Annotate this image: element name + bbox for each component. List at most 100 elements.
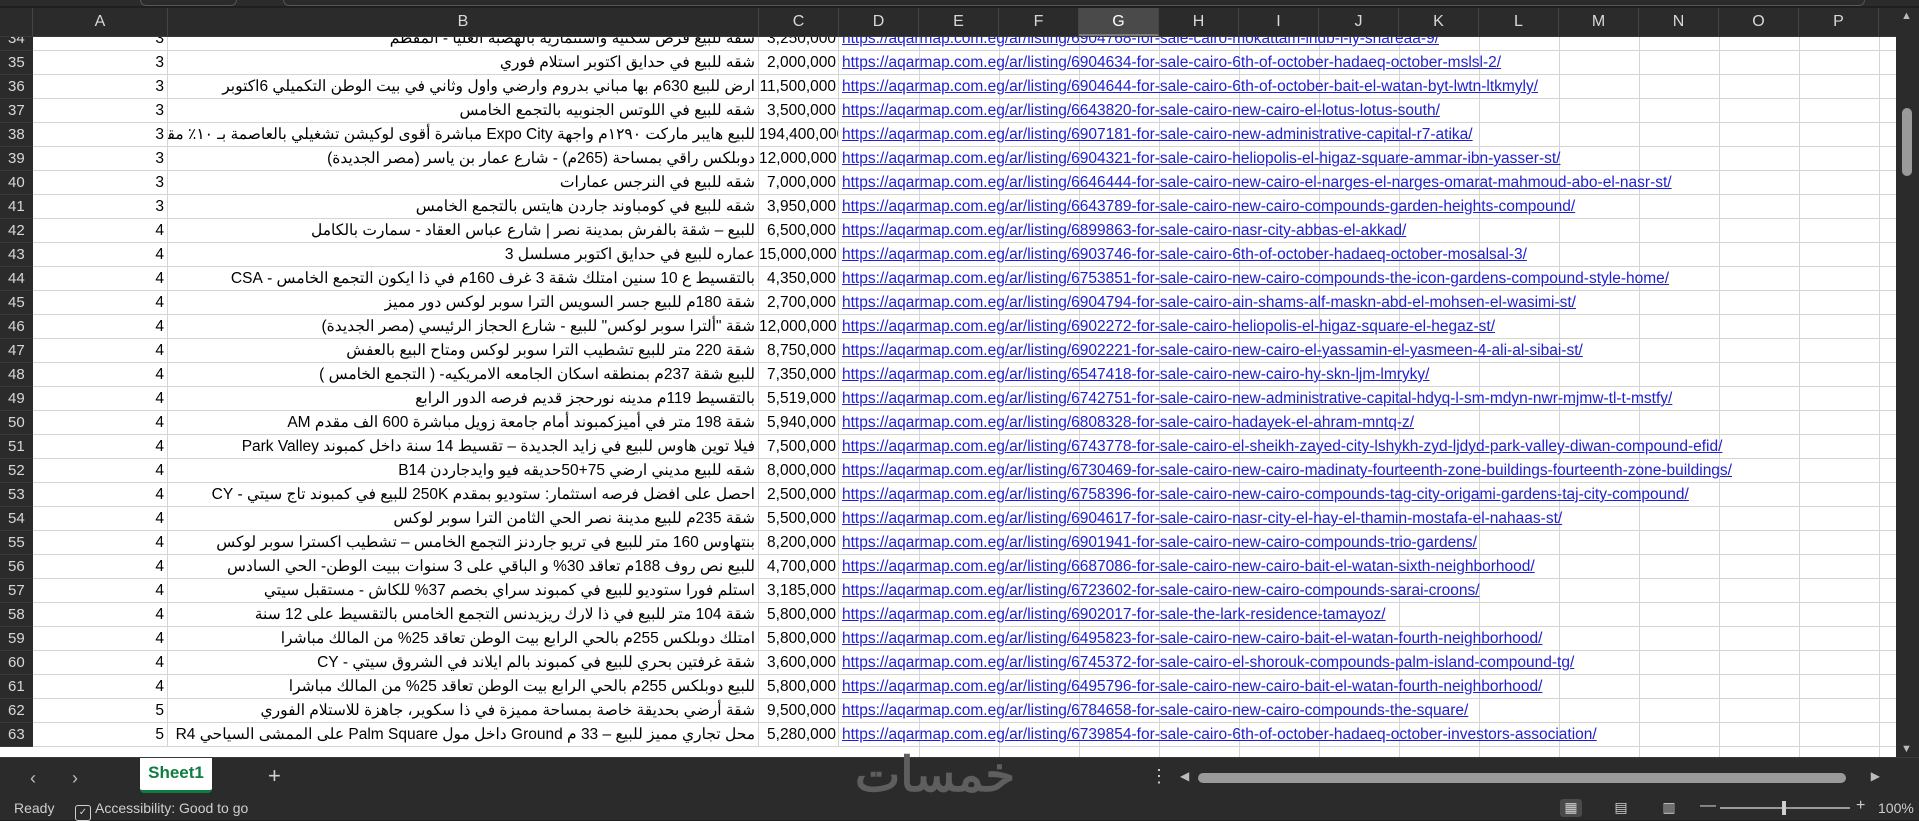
cell-a[interactable]: 4 <box>33 579 168 602</box>
cell-b-title[interactable]: شقة 104 متر للبيع في ذا لارك ريزيدنس الت… <box>168 603 759 626</box>
column-header-h[interactable]: H <box>1159 8 1239 36</box>
cell-b-title[interactable]: للبيع نص روف 188م تعاقد 30% و الباقي على… <box>168 555 759 578</box>
scroll-right-icon[interactable]: ▶ <box>1871 769 1880 783</box>
row-header[interactable]: 44 <box>0 267 33 291</box>
row-header[interactable]: 53 <box>0 483 33 507</box>
row-header[interactable]: 62 <box>0 699 33 723</box>
column-header-c[interactable]: C <box>759 8 839 36</box>
cell-b-title[interactable]: محل تجاري مميز للبيع – 33 م Ground داخل … <box>168 723 759 746</box>
cell-d-link[interactable]: https://aqarmap.com.eg/ar/listing/664644… <box>839 171 1896 194</box>
row-header[interactable]: 57 <box>0 579 33 603</box>
cell-c-price[interactable]: 7,500,000 <box>759 435 839 458</box>
cell-c-price[interactable]: 9,500,000 <box>759 699 839 722</box>
row-header[interactable]: 55 <box>0 531 33 555</box>
column-header-i[interactable]: I <box>1239 8 1319 36</box>
row-header[interactable]: 35 <box>0 51 33 75</box>
cell-c-price[interactable]: 5,280,000 <box>759 723 839 746</box>
scroll-left-icon[interactable]: ◀ <box>1180 769 1189 783</box>
cell-c-price[interactable]: 5,500,000 <box>759 507 839 530</box>
cell-b-title[interactable]: فيلا توين هاوس للبيع في زايد الجديدة – ت… <box>168 435 759 458</box>
row-header[interactable]: 46 <box>0 315 33 339</box>
cell-d-link[interactable]: https://aqarmap.com.eg/ar/listing/690464… <box>839 75 1896 98</box>
row-header[interactable]: 59 <box>0 627 33 651</box>
cell-a[interactable]: 3 <box>33 171 168 194</box>
row-header[interactable]: 56 <box>0 555 33 579</box>
cell-a[interactable]: 4 <box>33 531 168 554</box>
select-all-corner[interactable] <box>0 8 33 36</box>
listing-link[interactable]: https://aqarmap.com.eg/ar/listing/673046… <box>842 462 1732 479</box>
listing-link[interactable]: https://aqarmap.com.eg/ar/listing/673985… <box>842 726 1597 743</box>
column-header-d[interactable]: D <box>839 8 919 36</box>
cell-c-price[interactable]: 6,500,000 <box>759 219 839 242</box>
column-header-g[interactable]: G <box>1079 8 1159 36</box>
cell-b-title[interactable]: للبيع – شقة بالفرش بمدينة نصر | شارع عبا… <box>168 219 759 242</box>
horizontal-scroll-thumb[interactable] <box>1198 773 1846 783</box>
listing-link[interactable]: https://aqarmap.com.eg/ar/listing/674537… <box>842 654 1574 671</box>
cell-b-title[interactable]: شقة 198 متر في أميزكمبوند أمام جامعة زوي… <box>168 411 759 434</box>
cell-c-price[interactable]: 5,800,000 <box>759 675 839 698</box>
cell-a[interactable]: 4 <box>33 339 168 362</box>
more-options-icon[interactable]: ⋮ <box>1150 766 1168 787</box>
cell-b-title[interactable]: شقة 180م للبيع جسر السويس الترا سوبر لوك… <box>168 291 759 314</box>
cell-a[interactable]: 4 <box>33 435 168 458</box>
cell-a[interactable]: 4 <box>33 411 168 434</box>
cell-c-price[interactable]: 2,700,000 <box>759 291 839 314</box>
cell-d-link[interactable]: https://aqarmap.com.eg/ar/listing/674377… <box>839 435 1896 458</box>
cell-b-title[interactable]: دوبلكس راقي بمساحة (265م) - شارع عمار بن… <box>168 147 759 170</box>
column-header-b[interactable]: B <box>168 8 759 36</box>
column-header-a[interactable]: A <box>33 8 168 36</box>
vertical-scrollbar[interactable]: ▲ ▼ <box>1896 8 1919 757</box>
cell-a[interactable]: 4 <box>33 315 168 338</box>
cell-b-title[interactable]: للبيع شقة 237م بمنطقه اسكان الجامعه الام… <box>168 363 759 386</box>
page-break-view-icon[interactable]: ▥ <box>1658 799 1680 817</box>
cell-d-link[interactable]: https://aqarmap.com.eg/ar/listing/690222… <box>839 339 1896 362</box>
cell-a[interactable]: 3 <box>33 147 168 170</box>
cell-d-link[interactable]: https://aqarmap.com.eg/ar/listing/690432… <box>839 147 1896 170</box>
listing-link[interactable]: https://aqarmap.com.eg/ar/listing/675839… <box>842 486 1689 503</box>
listing-link[interactable]: https://aqarmap.com.eg/ar/listing/690479… <box>842 294 1576 311</box>
cell-a[interactable]: 4 <box>33 243 168 266</box>
cell-a[interactable]: 4 <box>33 555 168 578</box>
cell-a[interactable]: 4 <box>33 651 168 674</box>
cell-d-link[interactable]: https://aqarmap.com.eg/ar/listing/664382… <box>839 99 1896 122</box>
cell-b-title[interactable]: شقة أرضي بحديقة خاصة بمساحة مميزة في ذا … <box>168 699 759 722</box>
column-header-k[interactable]: K <box>1399 8 1479 36</box>
listing-link[interactable]: https://aqarmap.com.eg/ar/listing/674377… <box>842 438 1722 455</box>
cell-b-title[interactable]: امتلك دوبلكس 255م بالحي الرابع بيت الوطن… <box>168 627 759 650</box>
cell-b-title[interactable]: للبيع دوبلكس 255م بالحي الرابع بيت الوطن… <box>168 675 759 698</box>
cell-d-link[interactable]: https://aqarmap.com.eg/ar/listing/690194… <box>839 531 1896 554</box>
cell-c-price[interactable]: 4,350,000 <box>759 267 839 290</box>
cell-a[interactable]: 5 <box>33 699 168 722</box>
row-header[interactable]: 61 <box>0 675 33 699</box>
cell-a[interactable]: 3 <box>33 195 168 218</box>
listing-link[interactable]: https://aqarmap.com.eg/ar/listing/675385… <box>842 270 1669 287</box>
listing-link[interactable]: https://aqarmap.com.eg/ar/listing/690464… <box>842 78 1538 95</box>
row-header[interactable]: 34 <box>0 37 33 51</box>
cell-b-title[interactable]: بنتهاوس 160 متر للبيع في تريو جاردنز الت… <box>168 531 759 554</box>
column-header-j[interactable]: J <box>1319 8 1399 36</box>
cell-a[interactable]: 4 <box>33 363 168 386</box>
cell-a[interactable]: 3 <box>33 37 168 50</box>
row-header[interactable]: 36 <box>0 75 33 99</box>
cell-d-link[interactable]: https://aqarmap.com.eg/ar/listing/649582… <box>839 627 1896 650</box>
column-header-n[interactable]: N <box>1639 8 1719 36</box>
cell-b-title[interactable]: شقه للبيع في النرجس عمارات <box>168 171 759 194</box>
cell-c-price[interactable]: 12,000,000 <box>759 147 839 170</box>
cell-b-title[interactable]: شقه للبيع في كومباوند جاردن هايتس بالتجم… <box>168 195 759 218</box>
cell-d-link[interactable]: https://aqarmap.com.eg/ar/listing/690463… <box>839 51 1896 74</box>
cell-a[interactable]: 4 <box>33 387 168 410</box>
cell-b-title[interactable]: شقه للبيع مديني ارضي 75+50حديقه فيو وايد… <box>168 459 759 482</box>
cell-d-link[interactable]: https://aqarmap.com.eg/ar/listing/654741… <box>839 363 1896 386</box>
listing-link[interactable]: https://aqarmap.com.eg/ar/listing/664644… <box>842 174 1672 191</box>
listing-link[interactable]: https://aqarmap.com.eg/ar/listing/654741… <box>842 366 1429 383</box>
cell-d-link[interactable]: https://aqarmap.com.eg/ar/listing/668708… <box>839 555 1896 578</box>
cell-a[interactable]: 4 <box>33 291 168 314</box>
zoom-slider[interactable] <box>1720 801 1850 815</box>
row-header[interactable]: 60 <box>0 651 33 675</box>
cell-d-link[interactable]: https://aqarmap.com.eg/ar/listing/680832… <box>839 411 1896 434</box>
cell-c-price[interactable]: 12,000,000 <box>759 315 839 338</box>
cell-a[interactable]: 3 <box>33 99 168 122</box>
zoom-slider-knob[interactable] <box>1782 801 1786 815</box>
cell-b-title[interactable]: استلم فورا ستوديو للبيع في كمبوند سراي ب… <box>168 579 759 602</box>
row-header[interactable]: 49 <box>0 387 33 411</box>
